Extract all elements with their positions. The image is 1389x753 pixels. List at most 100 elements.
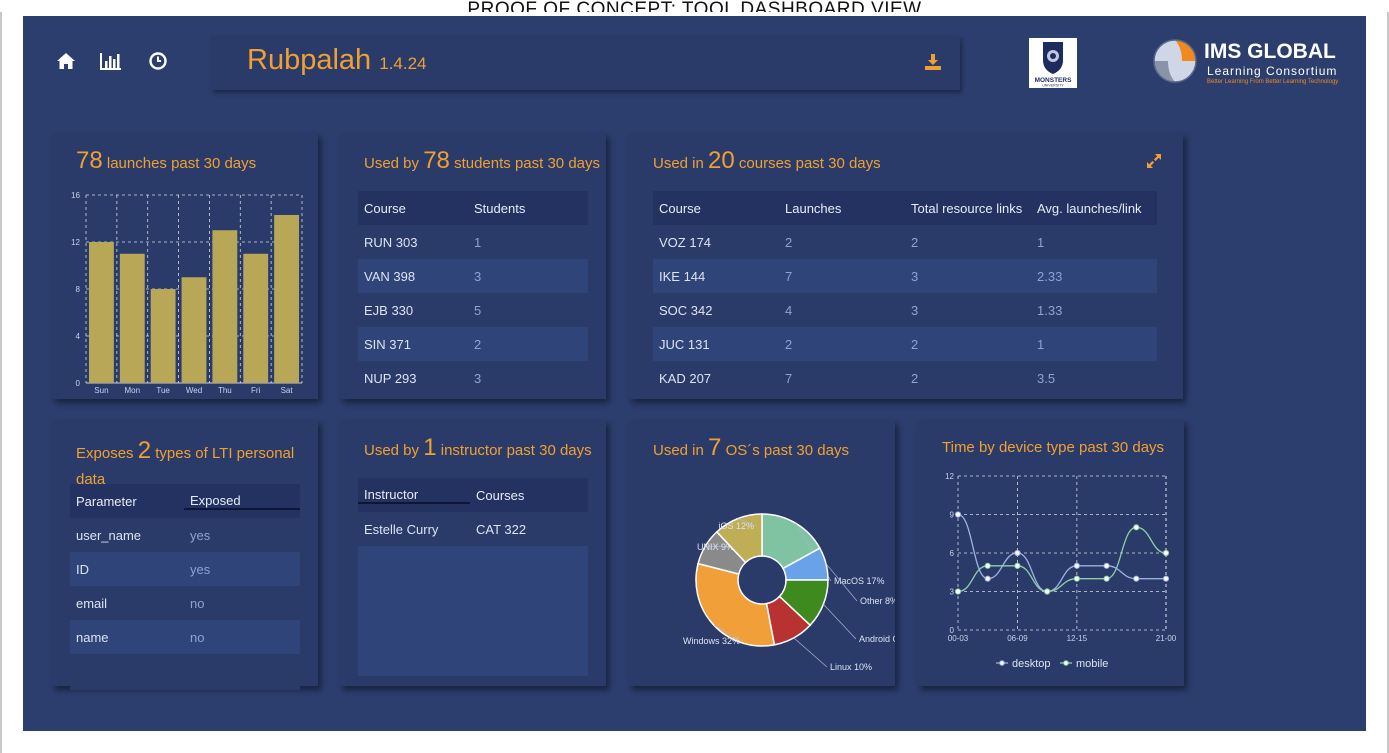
ims-logo-tagline: Better Learning From Better Learning Tec… [1207,79,1339,85]
data-point [1073,575,1080,582]
table-cell: 2 [911,234,919,250]
bar [119,253,145,383]
data-point [1133,524,1140,531]
students-card: Used by 78 students past 30 days Course … [340,133,606,399]
monsters-university-logo: MONSTERS UNIVERSITY [1029,38,1077,88]
column-header: Courses [476,487,525,503]
lti-table: Parameter Exposed user_name yes ID yes ema… [70,484,300,690]
courses-count: 20 [708,147,735,174]
slice-label: MacOS 17% [834,576,885,586]
instructors-card: Used by 1 instructor past 30 days Instru… [340,420,606,686]
column-header: Course [364,200,406,216]
bar [150,289,176,383]
table-row: SIN 371 2 [358,327,588,361]
table-row: JUC 131 2 2 1 [653,327,1157,361]
table-row: NUP 293 3 [358,361,588,395]
x-tick-label: Wed [186,386,202,395]
table-row: Estelle Curry CAT 322 [358,512,588,546]
legend-marker [1063,660,1069,666]
table-cell: SOC 342 [659,302,713,318]
instructors-title-prefix: Used by [364,442,420,459]
column-header: Parameter [76,493,137,509]
y-tick-label: 0 [76,379,81,388]
home-icon[interactable] [55,50,77,72]
y-tick-label: 3 [950,588,955,597]
data-point [1014,562,1021,569]
lti-card: Exposes 2 types of LTI personal data Para… [52,420,318,690]
expand-icon[interactable] [1146,153,1162,169]
download-icon[interactable] [924,53,942,71]
data-point [1162,575,1170,582]
slice-label: Windows 32% [683,636,740,646]
column-header: Instructor [358,487,470,504]
clock-icon[interactable] [147,50,169,72]
courses-card: Used in 20 courses past 30 days Course L… [629,133,1183,399]
bar-chart-icon[interactable] [99,50,121,72]
data-point [984,562,991,569]
os-title-prefix: Used in [653,442,704,459]
table-row: RUN 303 1 [358,225,588,259]
y-tick-label: 12 [71,238,80,247]
table-cell: SIN 371 [364,336,411,352]
table-row: email no [70,586,300,620]
data-point [1162,549,1170,557]
y-tick-label: 6 [950,549,955,558]
os-count: 7 [708,434,722,461]
y-tick-label: 9 [950,511,955,520]
slice-leader-line [793,637,828,668]
column-header: Total resource links [911,200,1023,216]
table-cell: 2 [911,370,919,386]
table-cell: 3 [911,268,919,284]
slice-label: iOS 12% [718,521,754,531]
table-row: SOC 342 4 3 1.33 [653,293,1157,327]
students-table: Course Students RUN 303 1 VAN 398 3 EJB 33… [358,191,588,395]
y-tick-label: 8 [76,285,81,294]
table-cell: IKE 144 [659,268,706,284]
table-cell: VOZ 174 [659,234,712,250]
x-tick-label: Sun [94,386,108,395]
launches-card: 78 launches past 30 days 0 4 8 12 16 Sun Mon Tu… [52,133,318,399]
column-header: Exposed [184,493,300,510]
ims-globe-icon [1152,38,1198,84]
legend-label: desktop [1012,658,1051,670]
monsters-logo-subtext: UNIVERSITY [1042,84,1064,88]
table-cell: 2 [785,234,793,250]
table-cell: yes [190,527,211,543]
table-row: IKE 144 7 3 2.33 [653,259,1157,293]
x-tick-label: Fri [251,386,261,395]
table-cell: no [190,595,205,611]
table-cell: 3 [474,370,482,386]
launches-title-suffix: launches past 30 days [106,155,257,172]
table-row: ID yes [70,552,300,586]
os-card: Used in 7 OS´s past 30 days MacOS 17% Oth… [629,420,895,686]
bar [89,242,114,383]
data-point [1073,562,1080,569]
legend-label: mobile [1076,658,1108,670]
table-cell: 2.33 [1037,268,1063,284]
table-cell: no [190,629,205,645]
data-point [1044,588,1051,595]
courses-table: Course Launches Total resource links Avg… [653,191,1157,395]
app-version: 1.4.24 [379,54,427,73]
table-row-empty [70,654,300,690]
x-tick-label: 12-15 [1067,634,1088,643]
data-point [1103,575,1110,582]
x-tick-label: Mon [125,386,141,395]
column-header: Launches [785,200,842,216]
table-cell: VAN 398 [364,268,416,284]
table-cell: 3 [911,302,919,318]
app-title: Rubpalah 1.4.24 [247,44,426,77]
courses-title-prefix: Used in [653,155,704,172]
x-tick-label: 06-09 [1007,634,1028,643]
table-row: VAN 398 3 [358,259,588,293]
table-row: EJB 330 5 [358,293,588,327]
table-cell: email [76,595,108,611]
table-row: user_name yes [70,518,300,552]
table-cell: 1.33 [1037,302,1063,318]
data-point [984,575,991,582]
bar [274,214,299,383]
slice-leader-line [823,604,857,640]
table-cell: JUC 131 [659,336,710,352]
bar [181,277,207,383]
table-cell: 2 [911,336,919,352]
